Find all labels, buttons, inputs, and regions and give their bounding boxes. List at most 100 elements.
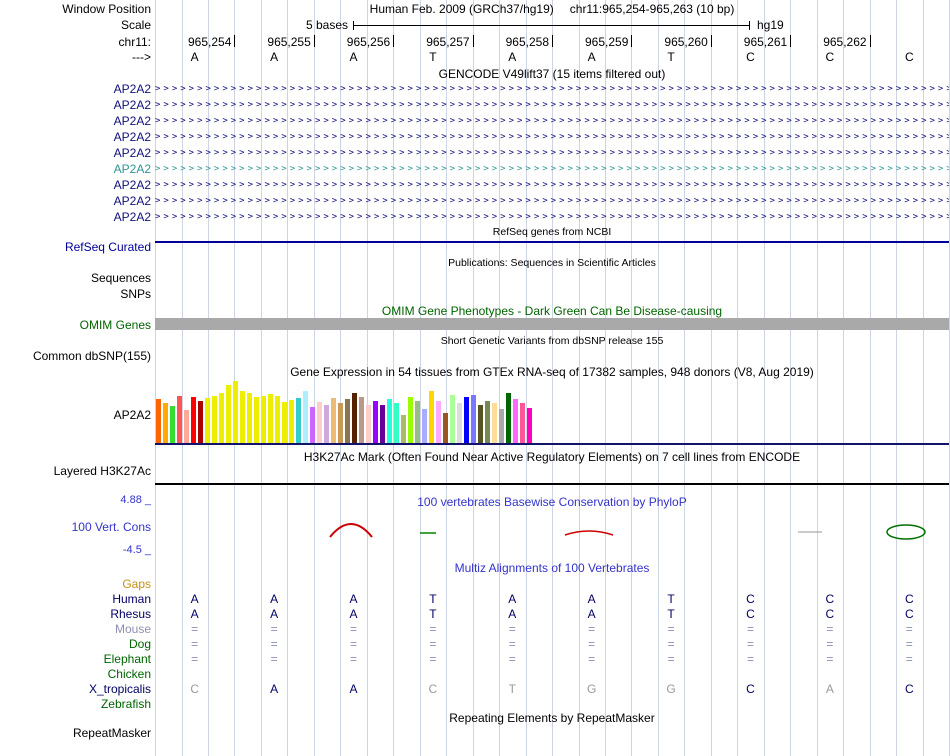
- gencode-transcript-row[interactable]: >>>>>>>>>>>>>>>>>>>>>>>>>>>>>>>>>>>>>>>>…: [155, 196, 949, 207]
- gencode-transcript-row[interactable]: >>>>>>>>>>>>>>>>>>>>>>>>>>>>>>>>>>>>>>>>…: [155, 180, 949, 191]
- gtex-expression-bar[interactable]: [310, 407, 315, 443]
- gtex-expression-bar[interactable]: [240, 391, 245, 443]
- gencode-transcript-row[interactable]: >>>>>>>>>>>>>>>>>>>>>>>>>>>>>>>>>>>>>>>>…: [155, 148, 949, 159]
- ruler-tick: [472, 35, 474, 47]
- gtex-expression-bar[interactable]: [394, 403, 399, 443]
- gtex-expression-bar[interactable]: [520, 403, 525, 443]
- gtex-expression-bar[interactable]: [177, 396, 182, 443]
- conservation-graph[interactable]: [155, 505, 949, 557]
- gtex-expression-bar[interactable]: [450, 395, 455, 443]
- gtex-expression-bar[interactable]: [226, 385, 231, 443]
- gtex-expression-bar[interactable]: [429, 391, 434, 443]
- species-label-elephant[interactable]: Elephant: [0, 652, 151, 666]
- gtex-expression-bar[interactable]: [198, 401, 203, 443]
- ruler-position-label: 965,258: [505, 35, 549, 49]
- omim-track-bar[interactable]: [155, 318, 949, 330]
- species-label-rhesus[interactable]: Rhesus: [0, 607, 151, 621]
- gtex-expression-bar[interactable]: [366, 405, 371, 443]
- gtex-expression-bar[interactable]: [156, 399, 161, 443]
- gtex-expression-bar[interactable]: [212, 396, 217, 443]
- gencode-gene-label[interactable]: AP2A2: [0, 82, 151, 96]
- gtex-expression-bar[interactable]: [233, 381, 238, 443]
- repeatmasker-track-title: Repeating Elements by RepeatMasker: [449, 711, 655, 725]
- gtex-expression-bar[interactable]: [387, 399, 392, 443]
- gencode-transcript-row[interactable]: >>>>>>>>>>>>>>>>>>>>>>>>>>>>>>>>>>>>>>>>…: [155, 212, 949, 223]
- gtex-expression-bar[interactable]: [506, 393, 511, 443]
- gtex-expression-bar[interactable]: [205, 398, 210, 443]
- gencode-gene-label[interactable]: AP2A2: [0, 114, 151, 128]
- gtex-expression-bar[interactable]: [261, 396, 266, 443]
- gtex-gene-label[interactable]: AP2A2: [0, 408, 151, 422]
- gtex-expression-bar[interactable]: [380, 405, 385, 443]
- gtex-expression-bar[interactable]: [184, 410, 189, 443]
- snps-track-label[interactable]: SNPs: [0, 287, 151, 301]
- gtex-expression-bar[interactable]: [471, 395, 476, 443]
- gtex-expression-bar[interactable]: [478, 405, 483, 443]
- gtex-expression-bar[interactable]: [289, 400, 294, 443]
- gtex-expression-bar[interactable]: [415, 401, 420, 443]
- gtex-expression-bar[interactable]: [303, 391, 308, 443]
- gencode-gene-label[interactable]: AP2A2: [0, 210, 151, 224]
- gtex-expression-bar[interactable]: [331, 398, 336, 443]
- gtex-expression-bar[interactable]: [282, 402, 287, 443]
- gtex-expression-bar[interactable]: [247, 393, 252, 443]
- gtex-expression-bar[interactable]: [163, 403, 168, 443]
- gtex-expression-bar[interactable]: [513, 399, 518, 443]
- omim-genes-label[interactable]: OMIM Genes: [0, 318, 151, 332]
- gtex-expression-bar[interactable]: [457, 403, 462, 443]
- species-label-chicken[interactable]: Chicken: [0, 667, 151, 681]
- gtex-expression-bar[interactable]: [345, 399, 350, 443]
- gtex-expression-bar[interactable]: [296, 398, 301, 443]
- gtex-expression-bar[interactable]: [268, 394, 273, 443]
- species-label-zebrafish[interactable]: Zebrafish: [0, 697, 151, 711]
- gencode-gene-label[interactable]: AP2A2: [0, 194, 151, 208]
- species-label-mouse[interactable]: Mouse: [0, 622, 151, 636]
- alignment-base: =: [746, 652, 754, 666]
- species-label-gaps[interactable]: Gaps: [0, 577, 151, 591]
- gtex-expression-bar[interactable]: [275, 396, 280, 443]
- gtex-expression-bar[interactable]: [170, 406, 175, 443]
- gtex-expression-bar[interactable]: [254, 397, 259, 443]
- gtex-expression-bar[interactable]: [464, 397, 469, 443]
- gtex-expression-bar[interactable]: [191, 397, 196, 443]
- alignment-base: =: [349, 622, 357, 636]
- gtex-expression-bar[interactable]: [443, 413, 448, 443]
- repeatmasker-track-label[interactable]: RepeatMasker: [0, 726, 151, 740]
- gtex-expression-bar[interactable]: [408, 397, 413, 443]
- gtex-expression-bar[interactable]: [485, 401, 490, 443]
- conservation-track-label[interactable]: 100 Vert. Cons: [0, 520, 151, 534]
- gtex-expression-bar[interactable]: [499, 409, 504, 443]
- gtex-expression-bar[interactable]: [352, 393, 357, 443]
- gencode-transcript-row[interactable]: >>>>>>>>>>>>>>>>>>>>>>>>>>>>>>>>>>>>>>>>…: [155, 132, 949, 143]
- gencode-gene-label[interactable]: AP2A2: [0, 98, 151, 112]
- species-label-dog[interactable]: Dog: [0, 637, 151, 651]
- gtex-expression-bar[interactable]: [527, 408, 532, 443]
- gtex-expression-bar[interactable]: [436, 401, 441, 443]
- gtex-expression-bar[interactable]: [317, 402, 322, 443]
- gencode-gene-label[interactable]: AP2A2: [0, 146, 151, 160]
- gtex-expression-bar[interactable]: [359, 397, 364, 443]
- gtex-expression-bar[interactable]: [422, 409, 427, 443]
- gtex-expression-bar[interactable]: [401, 415, 406, 443]
- ruler-position-label: 965,254: [188, 35, 232, 49]
- gencode-transcript-row[interactable]: >>>>>>>>>>>>>>>>>>>>>>>>>>>>>>>>>>>>>>>>…: [155, 164, 949, 175]
- gtex-expression-bar[interactable]: [492, 403, 497, 443]
- gtex-expression-bar[interactable]: [219, 393, 224, 443]
- gtex-expression-bar[interactable]: [338, 403, 343, 443]
- refseq-curated-item[interactable]: [155, 241, 949, 243]
- gencode-transcript-row[interactable]: >>>>>>>>>>>>>>>>>>>>>>>>>>>>>>>>>>>>>>>>…: [155, 100, 949, 111]
- gencode-gene-label[interactable]: AP2A2: [0, 178, 151, 192]
- species-label-x_tropicalis[interactable]: X_tropicalis: [0, 682, 151, 696]
- gencode-gene-label[interactable]: AP2A2: [0, 162, 151, 176]
- gtex-expression-bar[interactable]: [373, 401, 378, 443]
- gtex-expression-bar[interactable]: [324, 405, 329, 443]
- alignment-base: =: [746, 622, 754, 636]
- dbsnp-track-label[interactable]: Common dbSNP(155): [0, 349, 151, 363]
- species-label-human[interactable]: Human: [0, 592, 151, 606]
- refseq-curated-label[interactable]: RefSeq Curated: [0, 240, 151, 254]
- sequences-track-label[interactable]: Sequences: [0, 271, 151, 285]
- h3k27ac-track-label[interactable]: Layered H3K27Ac: [0, 464, 151, 478]
- gencode-transcript-row[interactable]: >>>>>>>>>>>>>>>>>>>>>>>>>>>>>>>>>>>>>>>>…: [155, 84, 949, 95]
- gencode-gene-label[interactable]: AP2A2: [0, 130, 151, 144]
- gencode-transcript-row[interactable]: >>>>>>>>>>>>>>>>>>>>>>>>>>>>>>>>>>>>>>>>…: [155, 116, 949, 127]
